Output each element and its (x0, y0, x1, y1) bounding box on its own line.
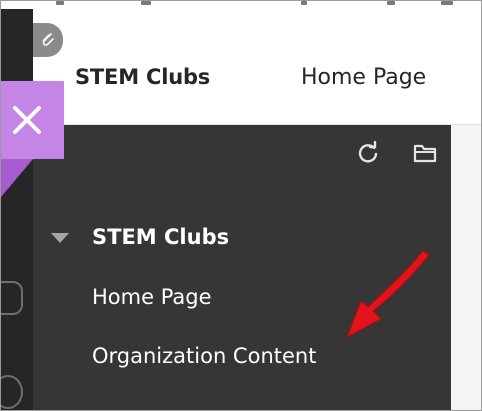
toolbar-mark (141, 1, 151, 5)
close-tab-fold (1, 159, 33, 197)
toolbar-mark (441, 1, 453, 5)
content-area-edge (451, 125, 481, 410)
red-arrow-annotation (346, 250, 430, 339)
globe-icon-partial[interactable] (1, 375, 23, 409)
menu-item-home-page[interactable]: Home Page (92, 285, 212, 309)
folder-icon[interactable] (413, 141, 437, 165)
breadcrumb-current-page: Home Page (301, 65, 427, 90)
toolbar-mark (301, 1, 307, 5)
toolbar-mark (387, 1, 395, 5)
menu-item-organization-content[interactable]: Organization Content (92, 344, 316, 368)
collapse-arrow-icon[interactable] (51, 233, 69, 243)
toolbar-mark (56, 1, 64, 5)
course-title[interactable]: STEM Clubs (75, 65, 210, 89)
close-icon (13, 106, 41, 134)
screenshot-frame: STEM Clubs Home Page STEM Clubs Home Pag… (0, 0, 482, 411)
paperclip-icon[interactable] (33, 23, 63, 57)
course-header: STEM Clubs Home Page (33, 9, 481, 125)
paperclip-icon-glyph (42, 33, 54, 46)
close-course-menu-button[interactable] (1, 81, 64, 159)
global-nav-rail[interactable] (1, 9, 33, 410)
refresh-icon[interactable] (356, 141, 380, 165)
course-menu-header[interactable]: STEM Clubs (92, 225, 229, 249)
nav-icon-partial[interactable] (1, 281, 23, 315)
